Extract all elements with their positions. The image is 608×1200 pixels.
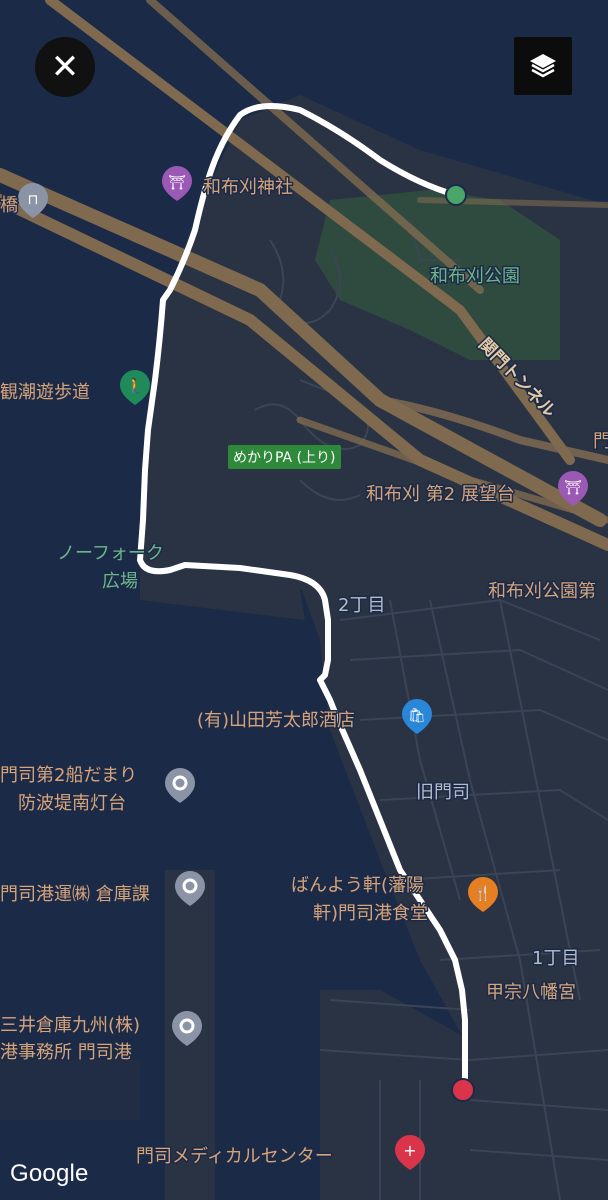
layers-button[interactable] bbox=[514, 37, 572, 95]
label-mekari-shrine: 和布刈神社 bbox=[203, 177, 293, 198]
label-mitsui-1: 三井倉庫九州(株) bbox=[0, 1015, 140, 1036]
label-norfolk-1: ノーフォーク bbox=[57, 543, 164, 564]
label-kanchou-walk: 観潮遊歩道 bbox=[0, 382, 90, 403]
svg-text:⊓: ⊓ bbox=[28, 192, 39, 208]
label-banyoken-2: 軒)門司港食堂 bbox=[313, 903, 428, 924]
layers-icon bbox=[530, 54, 556, 78]
svg-text:🛍: 🛍 bbox=[408, 707, 426, 724]
label-mekari-park: 和布刈公園 bbox=[430, 266, 520, 287]
label-right-edge: 門 bbox=[593, 431, 608, 452]
shrine-pin-mekari[interactable]: ⛩ bbox=[162, 166, 192, 201]
label-norfolk-2: 広場 bbox=[102, 571, 138, 592]
route-start-marker[interactable] bbox=[445, 184, 467, 206]
label-banyoken-1: ばんよう軒(藩陽 bbox=[291, 875, 424, 896]
hiking-pin[interactable]: 🚶 bbox=[120, 370, 150, 405]
label-mitsui-2: 港事務所 門司港 bbox=[0, 1042, 132, 1063]
label-mekari-pa: めかりPA (上り) bbox=[228, 445, 341, 469]
lighthouse-pin[interactable] bbox=[165, 768, 195, 803]
pier-3 bbox=[320, 990, 470, 1200]
label-medical-center: 門司メディカルセンター bbox=[136, 1146, 333, 1167]
close-button[interactable]: ✕ bbox=[35, 37, 95, 97]
label-lighthouse-1: 門司第2船だまり bbox=[0, 765, 137, 786]
svg-text:⛩: ⛩ bbox=[564, 480, 582, 496]
label-chome-1: 1丁目 bbox=[532, 948, 579, 969]
svg-text:+: + bbox=[403, 1141, 416, 1160]
map-canvas[interactable]: ⛩ 🚶 ⊓ ⛩ 🛍 🍴 + 和布刈神社 和布刈公園 関門トンネル 観潮遊歩道 和… bbox=[0, 0, 608, 1200]
label-chome-2: 2丁目 bbox=[338, 595, 385, 616]
pier-4 bbox=[0, 1060, 140, 1120]
label-old-moji: 旧門司 bbox=[416, 782, 470, 803]
google-logo: Google bbox=[10, 1160, 89, 1187]
label-warehouse: 門司港運㈱ 倉庫課 bbox=[0, 884, 150, 905]
label-observatory: 和布刈 第2 展望台 bbox=[366, 484, 515, 505]
svg-text:⛩: ⛩ bbox=[168, 175, 186, 191]
label-kofune-shrine: 甲宗八幡宮 bbox=[486, 982, 576, 1003]
label-lighthouse-2: 防波堤南灯台 bbox=[18, 793, 126, 814]
close-icon: ✕ bbox=[50, 47, 80, 87]
svg-text:🚶: 🚶 bbox=[126, 377, 145, 395]
label-left-edge: 橋 bbox=[0, 195, 18, 216]
label-mekari-park-2: 和布刈公園第 bbox=[488, 581, 596, 602]
route-end-marker[interactable] bbox=[451, 1078, 475, 1102]
label-yamada-liquor: (有)山田芳太郎酒店 bbox=[197, 710, 355, 731]
svg-text:🍴: 🍴 bbox=[474, 885, 491, 902]
